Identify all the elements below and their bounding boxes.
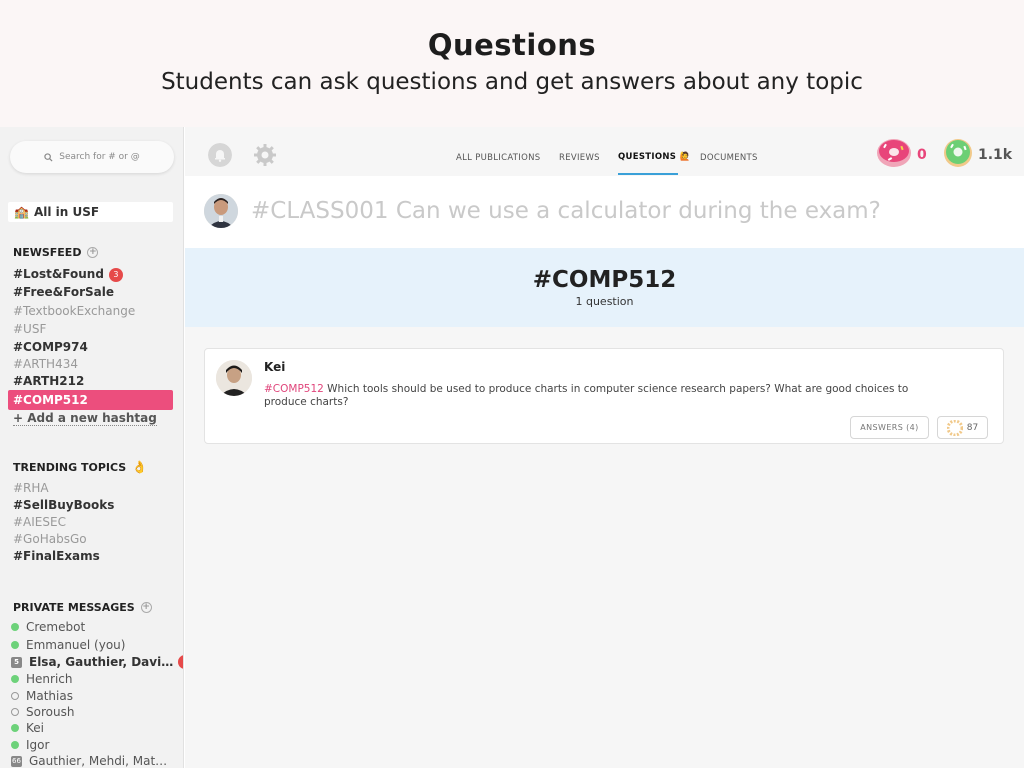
group-count-icon: 66 [11,755,22,767]
pm-item-soroush[interactable]: Soroush [11,705,74,719]
online-status-icon [11,741,19,749]
trending-item-aiesec[interactable]: #AIESEC [13,515,66,529]
sidebar-item-label: #Lost&Found [13,267,104,281]
offline-status-icon [11,692,19,700]
pm-item-label: Elsa, Gauthier, Davi… [29,655,174,669]
group-count-icon: 5 [11,656,22,668]
sidebar-item-comp974[interactable]: #COMP974 [13,340,88,354]
school-building-icon: 🏫 [14,205,29,219]
green-donut-icon[interactable] [943,138,973,168]
hashtag-title: #COMP512 [532,267,677,293]
donut-like-button[interactable]: 87 [937,416,988,439]
search-icon [44,152,53,162]
tab-questions[interactable]: QUESTIONS 🙋 [618,152,690,162]
banner-subtitle: Students can ask questions and get answe… [161,69,863,95]
online-status-icon [11,724,19,732]
question-text: #COMP512 Which tools should be used to p… [264,383,944,409]
trending-heading: TRENDING TOPICS 👌 [13,460,147,474]
question-composer-placeholder[interactable]: #CLASS001 Can we use a calculator during… [251,198,881,224]
trending-item-sellbuybooks[interactable]: #SellBuyBooks [13,498,114,512]
pm-item-emmanuel[interactable]: Emmanuel (you) [11,638,125,652]
question-list: Kei #COMP512 Which tools should be used … [185,327,1024,768]
online-status-icon [11,675,19,683]
unread-badge: 3 [108,268,123,282]
hashtag-header: #COMP512 1 question [185,248,1024,327]
add-hashtag-link[interactable]: + Add a new hashtag [13,412,157,426]
sidebar: Search for # or @ 🏫 All in USF NEWSFEED … [0,127,184,768]
avatar [204,194,238,228]
notifications-bell-icon[interactable] [208,143,232,167]
banner-title: Questions [427,28,597,62]
question-author[interactable]: Kei [264,360,285,374]
add-circle-icon[interactable]: + [140,602,152,613]
private-messages-heading-label: PRIVATE MESSAGES [13,601,135,614]
offline-status-icon [11,708,19,716]
pm-item-group-gauthier[interactable]: 66 Gauthier, Mehdi, Mat… [11,754,167,768]
pm-item-label: Emmanuel (you) [26,638,126,652]
sidebar-item-free-for-sale[interactable]: #Free&ForSale [13,285,114,299]
search-placeholder: Search for # or @ [59,152,140,162]
feature-banner: Questions Students can ask questions and… [0,0,1024,127]
sidebar-item-label: All in USF [33,205,100,219]
ok-hand-icon: 👌 [132,460,148,474]
sidebar-item-arth434[interactable]: #ARTH434 [13,357,78,371]
pm-item-label: Soroush [26,705,75,719]
private-messages-heading: PRIVATE MESSAGES + [13,601,152,614]
question-composer[interactable]: #CLASS001 Can we use a calculator during… [185,176,1024,248]
pm-item-label: Kei [26,721,44,735]
question-count: 1 question [575,295,634,308]
trending-item-finalexams[interactable]: #FinalExams [13,549,100,563]
pink-donut-count: 0 [917,147,927,163]
tab-questions-label: QUESTIONS [618,152,677,162]
pm-item-cremebot[interactable]: Cremebot [11,620,85,634]
tab-all-publications[interactable]: ALL PUBLICATIONS [456,153,540,163]
tab-reviews[interactable]: REVIEWS [559,153,600,163]
pm-item-label: Henrich [26,672,73,686]
unread-badge: 2 [178,655,183,669]
search-input[interactable]: Search for # or @ [10,141,174,173]
sidebar-item-comp512[interactable]: #COMP512 [8,390,173,410]
answers-button[interactable]: ANSWERS (4) [850,416,929,439]
sidebar-item-arth212[interactable]: #ARTH212 [13,374,84,388]
active-tab-indicator [618,173,678,175]
online-status-icon [11,641,19,649]
pm-item-label: Mathias [26,689,73,703]
donut-like-count: 87 [966,422,979,433]
trending-item-rha[interactable]: #RHA [13,481,49,495]
top-navigation-bar: ALL PUBLICATIONS REVIEWS QUESTIONS 🙋 DOC… [185,127,1024,176]
pm-item-mathias[interactable]: Mathias [11,689,73,703]
pm-item-label: Igor [26,738,50,752]
trending-heading-label: TRENDING TOPICS [13,460,127,474]
sidebar-item-all-usf[interactable]: 🏫 All in USF [8,202,173,222]
donut-icon [946,419,963,436]
sidebar-item-lost-found[interactable]: #Lost&Found 3 [13,267,123,282]
pm-item-henrich[interactable]: Henrich [11,672,72,686]
newsfeed-heading: NEWSFEED + [13,246,99,259]
trending-item-gohabsgo[interactable]: #GoHabsGo [13,532,87,546]
pink-donut-icon[interactable] [876,138,912,168]
sidebar-item-textbook-exchange[interactable]: #TextbookExchange [13,304,135,318]
add-circle-icon[interactable]: + [87,247,99,258]
settings-gear-icon[interactable] [253,143,277,167]
pm-item-group-elsa[interactable]: 5 Elsa, Gauthier, Davi… 2 [11,655,183,669]
newsfeed-heading-label: NEWSFEED [13,246,82,259]
online-status-icon [11,623,19,631]
tab-documents[interactable]: DOCUMENTS [700,153,758,163]
avatar[interactable] [216,360,252,396]
pm-item-kei[interactable]: Kei [11,721,44,735]
green-donut-count: 1.1k [978,147,1013,163]
pm-item-igor[interactable]: Igor [11,738,49,752]
question-body: Which tools should be used to produce ch… [264,383,909,408]
pm-item-label: Gauthier, Mehdi, Mat… [29,754,168,768]
pm-item-label: Cremebot [26,620,86,634]
question-card[interactable]: Kei #COMP512 Which tools should be used … [204,348,1004,444]
raising-hand-icon: 🙋 [679,152,691,162]
question-hashtag[interactable]: #COMP512 [264,383,324,395]
sidebar-item-usf[interactable]: #USF [13,322,46,336]
